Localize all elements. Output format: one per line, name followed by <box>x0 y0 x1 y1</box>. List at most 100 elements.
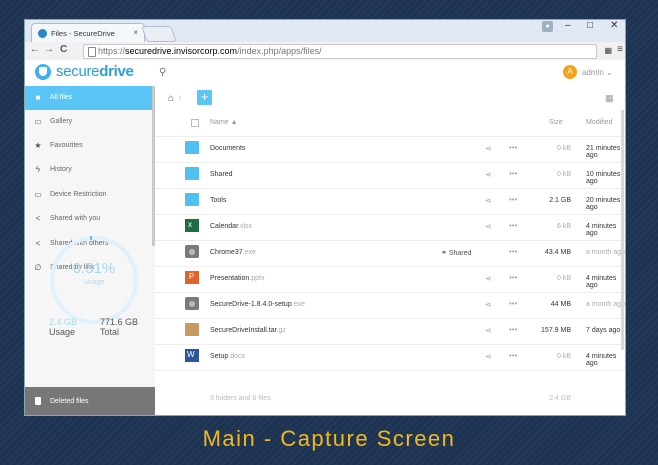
page-icon <box>88 47 96 57</box>
share-icon[interactable]: ⋖ <box>485 170 492 179</box>
file-modified: 4 minutes ago <box>586 275 617 289</box>
sidebar-item-shared-with-you[interactable]: < Shared with you <box>25 207 155 231</box>
file-modified: 20 minutes ago <box>586 197 621 211</box>
more-actions-icon[interactable]: ••• <box>509 221 517 230</box>
file-size: 43.4 MB <box>544 249 571 256</box>
table-row[interactable]: SecureDriveInstall.tar.gz ⋖ ••• 157.9 MB… <box>155 318 625 345</box>
new-tab-button[interactable] <box>141 26 177 42</box>
tab-close-icon[interactable]: × <box>133 28 138 37</box>
caption: Main - Capture Screen <box>202 426 456 451</box>
file-name[interactable]: Tools <box>210 197 226 204</box>
sidebar-item-gallery[interactable]: ▭ Gallery <box>25 110 155 134</box>
more-actions-icon[interactable]: ••• <box>509 247 517 256</box>
home-icon[interactable]: ⌂ <box>168 93 174 104</box>
forward-button[interactable]: → <box>44 44 54 55</box>
file-base-name: SecureDrive-1.8.4.0-setup <box>210 301 292 308</box>
browser-tab[interactable]: Files - SecureDrive × <box>31 23 145 43</box>
select-all-checkbox[interactable] <box>191 119 199 127</box>
more-actions-icon[interactable]: ••• <box>509 169 517 178</box>
url-scheme: https:// <box>98 46 126 56</box>
file-list-scrollbar[interactable] <box>621 110 624 350</box>
sidebar-item-label: Gallery <box>50 118 73 125</box>
file-modified: 4 minutes ago <box>586 223 617 237</box>
brand-light: secure <box>56 63 100 80</box>
file-name[interactable]: Setup.docx <box>210 353 245 360</box>
browser-window: Files - SecureDrive × ● – □ ✕ ← → C http… <box>25 20 625 415</box>
table-row[interactable]: Shared ⋖ ••• 0 kB 10 minutes ago <box>155 162 625 189</box>
grid-view-icon[interactable]: ▦ <box>605 93 614 104</box>
table-row[interactable]: Setup.docx ⋖ ••• 0 kB 4 minutes ago <box>155 344 625 371</box>
usage-ring-fill <box>90 236 92 240</box>
file-base-name: Documents <box>210 145 246 152</box>
browser-menu-icon[interactable]: ≡ <box>617 44 623 55</box>
column-size-header[interactable]: Size <box>549 119 563 126</box>
file-name[interactable]: Chrome37.exe <box>210 249 256 256</box>
more-actions-icon[interactable]: ••• <box>509 143 517 152</box>
trash-icon <box>35 397 41 405</box>
window-close-button[interactable]: ✕ <box>610 20 618 31</box>
share-icon[interactable]: ⋖ <box>485 222 492 231</box>
sidebar-item-device-restriction[interactable]: ▭ Device Restriction <box>25 183 155 207</box>
user-menu[interactable]: admin ⌄ <box>582 68 613 77</box>
sidebar-item-all-files[interactable]: ■ All files <box>25 86 155 110</box>
table-row[interactable]: SecureDrive-1.8.4.0-setup.exe ⋖ ••• 44 M… <box>155 292 625 319</box>
url-host: securedrive.invisorcorp.com <box>125 46 238 56</box>
file-name[interactable]: SecureDrive-1.8.4.0-setup.exe <box>210 301 305 308</box>
share-icon[interactable]: ⋖ <box>485 326 492 335</box>
summary-count: 3 folders and 6 files <box>210 395 271 402</box>
file-modified: a month ago <box>586 301 625 308</box>
more-actions-icon[interactable]: ••• <box>509 325 517 334</box>
more-actions-icon[interactable]: ••• <box>509 195 517 204</box>
translate-icon[interactable]: ▦ <box>604 46 612 55</box>
column-name-header[interactable]: Name ▲ <box>210 119 238 126</box>
sidebar-item-deleted-files[interactable]: Deleted files <box>25 387 155 415</box>
sidebar-item-label: History <box>50 166 72 173</box>
file-name[interactable]: Calendar.xlsx <box>210 223 252 230</box>
powerpoint-file-icon <box>185 271 199 284</box>
back-button[interactable]: ← <box>30 44 40 55</box>
folder-icon <box>185 167 199 180</box>
share-icon[interactable]: ⋖ <box>485 300 492 309</box>
usage-ring-label: Usage <box>83 279 105 286</box>
file-name[interactable]: Presentation.pptx <box>210 275 265 282</box>
search-icon[interactable]: ⚲ <box>159 67 166 78</box>
column-modified-header[interactable]: Modified <box>586 119 612 126</box>
share-icon[interactable]: ⋖ <box>485 144 492 153</box>
file-size: 0 kB <box>556 275 571 282</box>
maximize-button[interactable]: □ <box>587 20 593 31</box>
share-icon[interactable]: ⋖ <box>485 352 492 361</box>
table-row[interactable]: Calendar.xlsx ⋖ ••• 6 kB 4 minutes ago <box>155 214 625 241</box>
shared-status: Shared <box>448 250 472 257</box>
share-icon[interactable]: ⋖ <box>485 274 492 283</box>
file-name[interactable]: Documents <box>210 145 245 152</box>
more-actions-icon[interactable]: ••• <box>509 273 517 282</box>
excel-file-icon <box>185 219 199 232</box>
avatar[interactable]: A <box>563 65 577 79</box>
storage-total-label: Total <box>100 327 120 337</box>
brand-logo[interactable]: securedrive <box>56 63 134 80</box>
file-name[interactable]: SecureDriveInstall.tar.gz <box>210 327 286 334</box>
new-file-button[interactable]: + <box>197 90 212 105</box>
minimize-button[interactable]: – <box>565 20 571 31</box>
usage-percent: 0.31% <box>72 260 116 277</box>
table-row[interactable]: Chrome37.exe ⚭ Shared ••• 43.4 MB a mont… <box>155 240 625 267</box>
summary-size: 2.4 GB <box>549 395 571 402</box>
more-actions-icon[interactable]: ••• <box>509 351 517 360</box>
shield-logo-icon[interactable] <box>35 64 51 80</box>
share-icon[interactable]: ⋖ <box>485 196 492 205</box>
table-row[interactable]: Presentation.pptx ⋖ ••• 0 kB 4 minutes a… <box>155 266 625 293</box>
reload-button[interactable]: C <box>60 44 67 55</box>
table-row[interactable]: Tools ⋖ ••• 2.1 GB 20 minutes ago <box>155 188 625 215</box>
table-header: Name ▲ Size Modified <box>155 110 625 137</box>
file-size: 0 kB <box>556 353 571 360</box>
sidebar-item-history[interactable]: ϟ History <box>25 158 155 182</box>
tab-bar: Files - SecureDrive × ● – □ ✕ <box>25 20 625 43</box>
browser-profile-icon[interactable]: ● <box>542 21 553 32</box>
breadcrumb-separator: › <box>178 92 182 103</box>
url-input[interactable]: https://securedrive.invisorcorp.com/inde… <box>83 44 597 59</box>
shared-link-indicator[interactable]: ⚭ Shared <box>441 249 471 257</box>
more-actions-icon[interactable]: ••• <box>509 299 517 308</box>
table-row[interactable]: Documents ⋖ ••• 0 kB 21 minutes ago <box>155 136 625 163</box>
file-name[interactable]: Shared <box>210 171 233 178</box>
sidebar-item-favourites[interactable]: ★ Favourites <box>25 134 155 158</box>
